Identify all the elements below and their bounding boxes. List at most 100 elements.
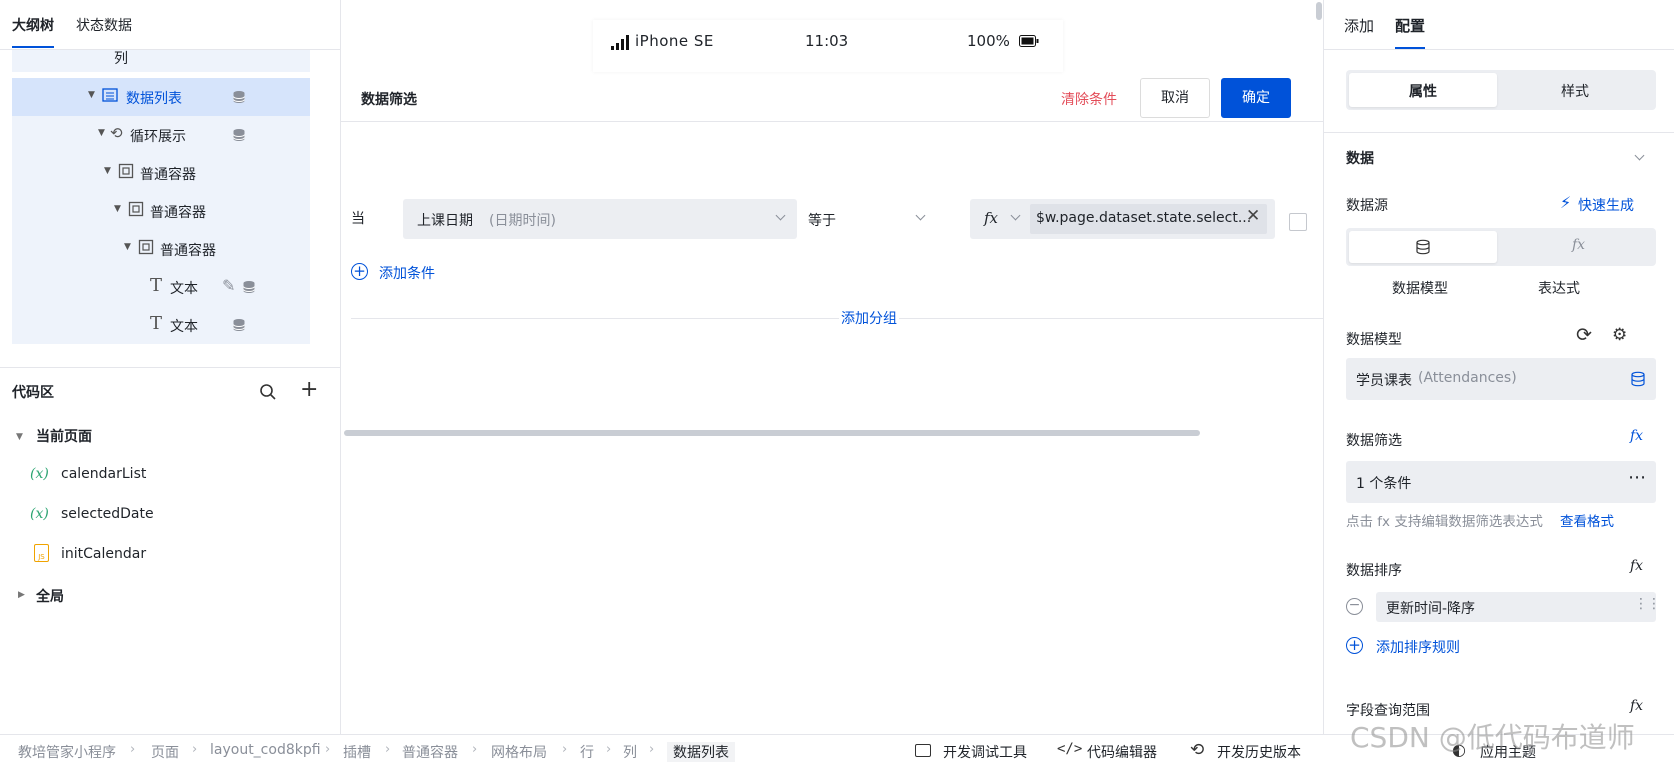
tree-item-label: 普通容器: [150, 205, 206, 221]
code-item-calendarlist[interactable]: calendarList: [61, 466, 146, 482]
fx-icon[interactable]: fx: [984, 209, 998, 227]
drag-handle-icon[interactable]: ⋮⋮: [1634, 596, 1661, 612]
tree-item-label: 普通容器: [160, 243, 216, 259]
breadcrumb-item[interactable]: 教培管家小程序: [18, 742, 116, 762]
breadcrumb-item[interactable]: 普通容器: [402, 742, 458, 762]
tab-outline[interactable]: 大纲树: [12, 15, 54, 48]
code-item-selecteddate[interactable]: selectedDate: [61, 506, 154, 522]
code-item-initcalendar[interactable]: initCalendar: [61, 546, 146, 562]
chevron-down-icon[interactable]: [1634, 150, 1645, 161]
remove-circle-icon[interactable]: −: [1346, 598, 1363, 615]
model-select[interactable]: 学员课表 (Attendances): [1346, 358, 1656, 400]
operator-select[interactable]: 等于: [808, 199, 936, 239]
sort-label: 数据排序: [1346, 563, 1402, 579]
tree-item-loop[interactable]: ▼ ⟲ 循环展示: [12, 116, 310, 154]
caret-down-icon[interactable]: ▼: [104, 166, 111, 176]
breadcrumb-item[interactable]: 页面: [151, 742, 179, 762]
tree-item-label: 普通容器: [140, 167, 196, 183]
text-icon: T: [150, 313, 163, 334]
quick-generate-link[interactable]: 快速生成: [1578, 195, 1634, 215]
sort-rule[interactable]: 更新时间-降序 ⋮⋮: [1376, 592, 1661, 622]
divider: [1324, 49, 1674, 50]
mode-model[interactable]: [1349, 231, 1497, 263]
chevron-right-icon: ›: [472, 742, 478, 757]
add-circle-icon[interactable]: +: [1346, 637, 1363, 654]
chevron-right-icon: ›: [562, 742, 568, 757]
code-area-header: 代码区 +: [0, 376, 340, 410]
tab-config[interactable]: 配置: [1395, 15, 1426, 49]
more-icon[interactable]: ⋯: [1628, 467, 1647, 488]
segment-style[interactable]: 样式: [1561, 81, 1589, 101]
section-data-title: 数据: [1346, 151, 1374, 167]
add-group-link[interactable]: 添加分组: [839, 308, 899, 328]
list-icon: [102, 88, 118, 102]
breadcrumb-item[interactable]: 列: [623, 742, 637, 762]
tree-item-container[interactable]: ▼ 普通容器: [12, 192, 310, 230]
cancel-button[interactable]: 取消: [1140, 78, 1210, 118]
breadcrumb-item[interactable]: 网格布局: [491, 742, 547, 762]
close-icon[interactable]: ✕: [1246, 206, 1260, 226]
value-input[interactable]: fx $w.page.dataset.state.select... ✕: [970, 199, 1275, 239]
fx-icon[interactable]: fx: [1572, 237, 1585, 253]
caret-down-icon[interactable]: ▼: [98, 128, 105, 138]
database-icon[interactable]: [232, 90, 246, 104]
text-icon: T: [150, 275, 163, 296]
database-icon[interactable]: [232, 128, 246, 142]
battery-percent: 100%: [967, 32, 1010, 50]
breadcrumb-item[interactable]: 行: [580, 742, 594, 762]
caret-down-icon[interactable]: ▼: [16, 432, 23, 442]
tab-state-data[interactable]: 状态数据: [76, 15, 132, 35]
brush-icon[interactable]: ✎: [222, 276, 235, 295]
current-page-group[interactable]: 当前页面: [36, 426, 92, 446]
checkbox[interactable]: [1289, 213, 1307, 231]
caret-down-icon[interactable]: ▼: [114, 204, 121, 214]
vertical-scrollbar[interactable]: [1316, 2, 1322, 20]
breadcrumb-item[interactable]: layout_cod8kpfi: [210, 742, 321, 758]
fx-icon[interactable]: fx: [1630, 428, 1643, 444]
history-icon: ⟲: [1190, 740, 1205, 760]
clear-conditions-link[interactable]: 清除条件: [1061, 89, 1117, 109]
lightning-icon[interactable]: ⚡: [1560, 193, 1571, 212]
phone-time: 11:03: [805, 32, 849, 50]
tree-item-container[interactable]: ▼ 普通容器: [12, 230, 310, 268]
tree-item-column[interactable]: 列: [12, 50, 310, 72]
filter-title: 数据筛选: [361, 92, 417, 108]
chevron-right-icon: ›: [606, 742, 612, 757]
add-circle-icon[interactable]: +: [351, 263, 368, 280]
view-format-link[interactable]: 查看格式: [1560, 510, 1614, 530]
tree-item-text[interactable]: T 文本 ✎: [12, 268, 310, 306]
add-sort-rule-link[interactable]: 添加排序规则: [1376, 637, 1460, 657]
tree-item-container[interactable]: ▼ 普通容器: [12, 154, 310, 192]
global-group[interactable]: 全局: [36, 586, 64, 606]
history-button[interactable]: 开发历史版本: [1217, 742, 1301, 762]
settings-icon[interactable]: ⚙: [1612, 325, 1627, 345]
caret-down-icon[interactable]: ▼: [88, 90, 95, 100]
segment-props[interactable]: 属性: [1349, 73, 1497, 107]
add-condition-link[interactable]: 添加条件: [379, 263, 435, 283]
add-icon[interactable]: +: [300, 377, 318, 402]
caret-right-icon[interactable]: ▶: [18, 590, 25, 600]
database-icon[interactable]: [232, 318, 246, 332]
debug-tool-button[interactable]: 开发调试工具: [943, 742, 1027, 762]
filter-summary[interactable]: 1 个条件 ⋯: [1346, 461, 1656, 503]
chevron-down-icon: [775, 210, 786, 221]
confirm-button[interactable]: 确定: [1221, 78, 1291, 118]
fx-icon[interactable]: fx: [1630, 698, 1643, 714]
breadcrumb-current[interactable]: 数据列表: [667, 742, 735, 762]
field-select[interactable]: 上课日期 (日期时间): [403, 199, 797, 239]
horizontal-scrollbar[interactable]: [344, 430, 1200, 436]
chevron-down-icon[interactable]: [1010, 210, 1021, 221]
tree-item-text[interactable]: T 文本: [12, 306, 310, 344]
code-editor-button[interactable]: 代码编辑器: [1087, 742, 1157, 762]
database-icon[interactable]: [1630, 371, 1646, 387]
tab-add[interactable]: 添加: [1344, 15, 1374, 36]
breadcrumb-item[interactable]: 插槽: [343, 742, 371, 762]
caret-down-icon[interactable]: ▼: [124, 242, 131, 252]
search-icon[interactable]: [259, 383, 277, 401]
database-icon[interactable]: [242, 280, 256, 294]
fx-icon[interactable]: fx: [1630, 558, 1643, 574]
refresh-icon[interactable]: ⟳: [1576, 324, 1592, 346]
watermark: CSDN @低代码布道师: [1350, 721, 1635, 754]
tree-item-data-list[interactable]: ▼ 数据列表: [12, 78, 310, 116]
battery-icon: [1019, 35, 1039, 47]
